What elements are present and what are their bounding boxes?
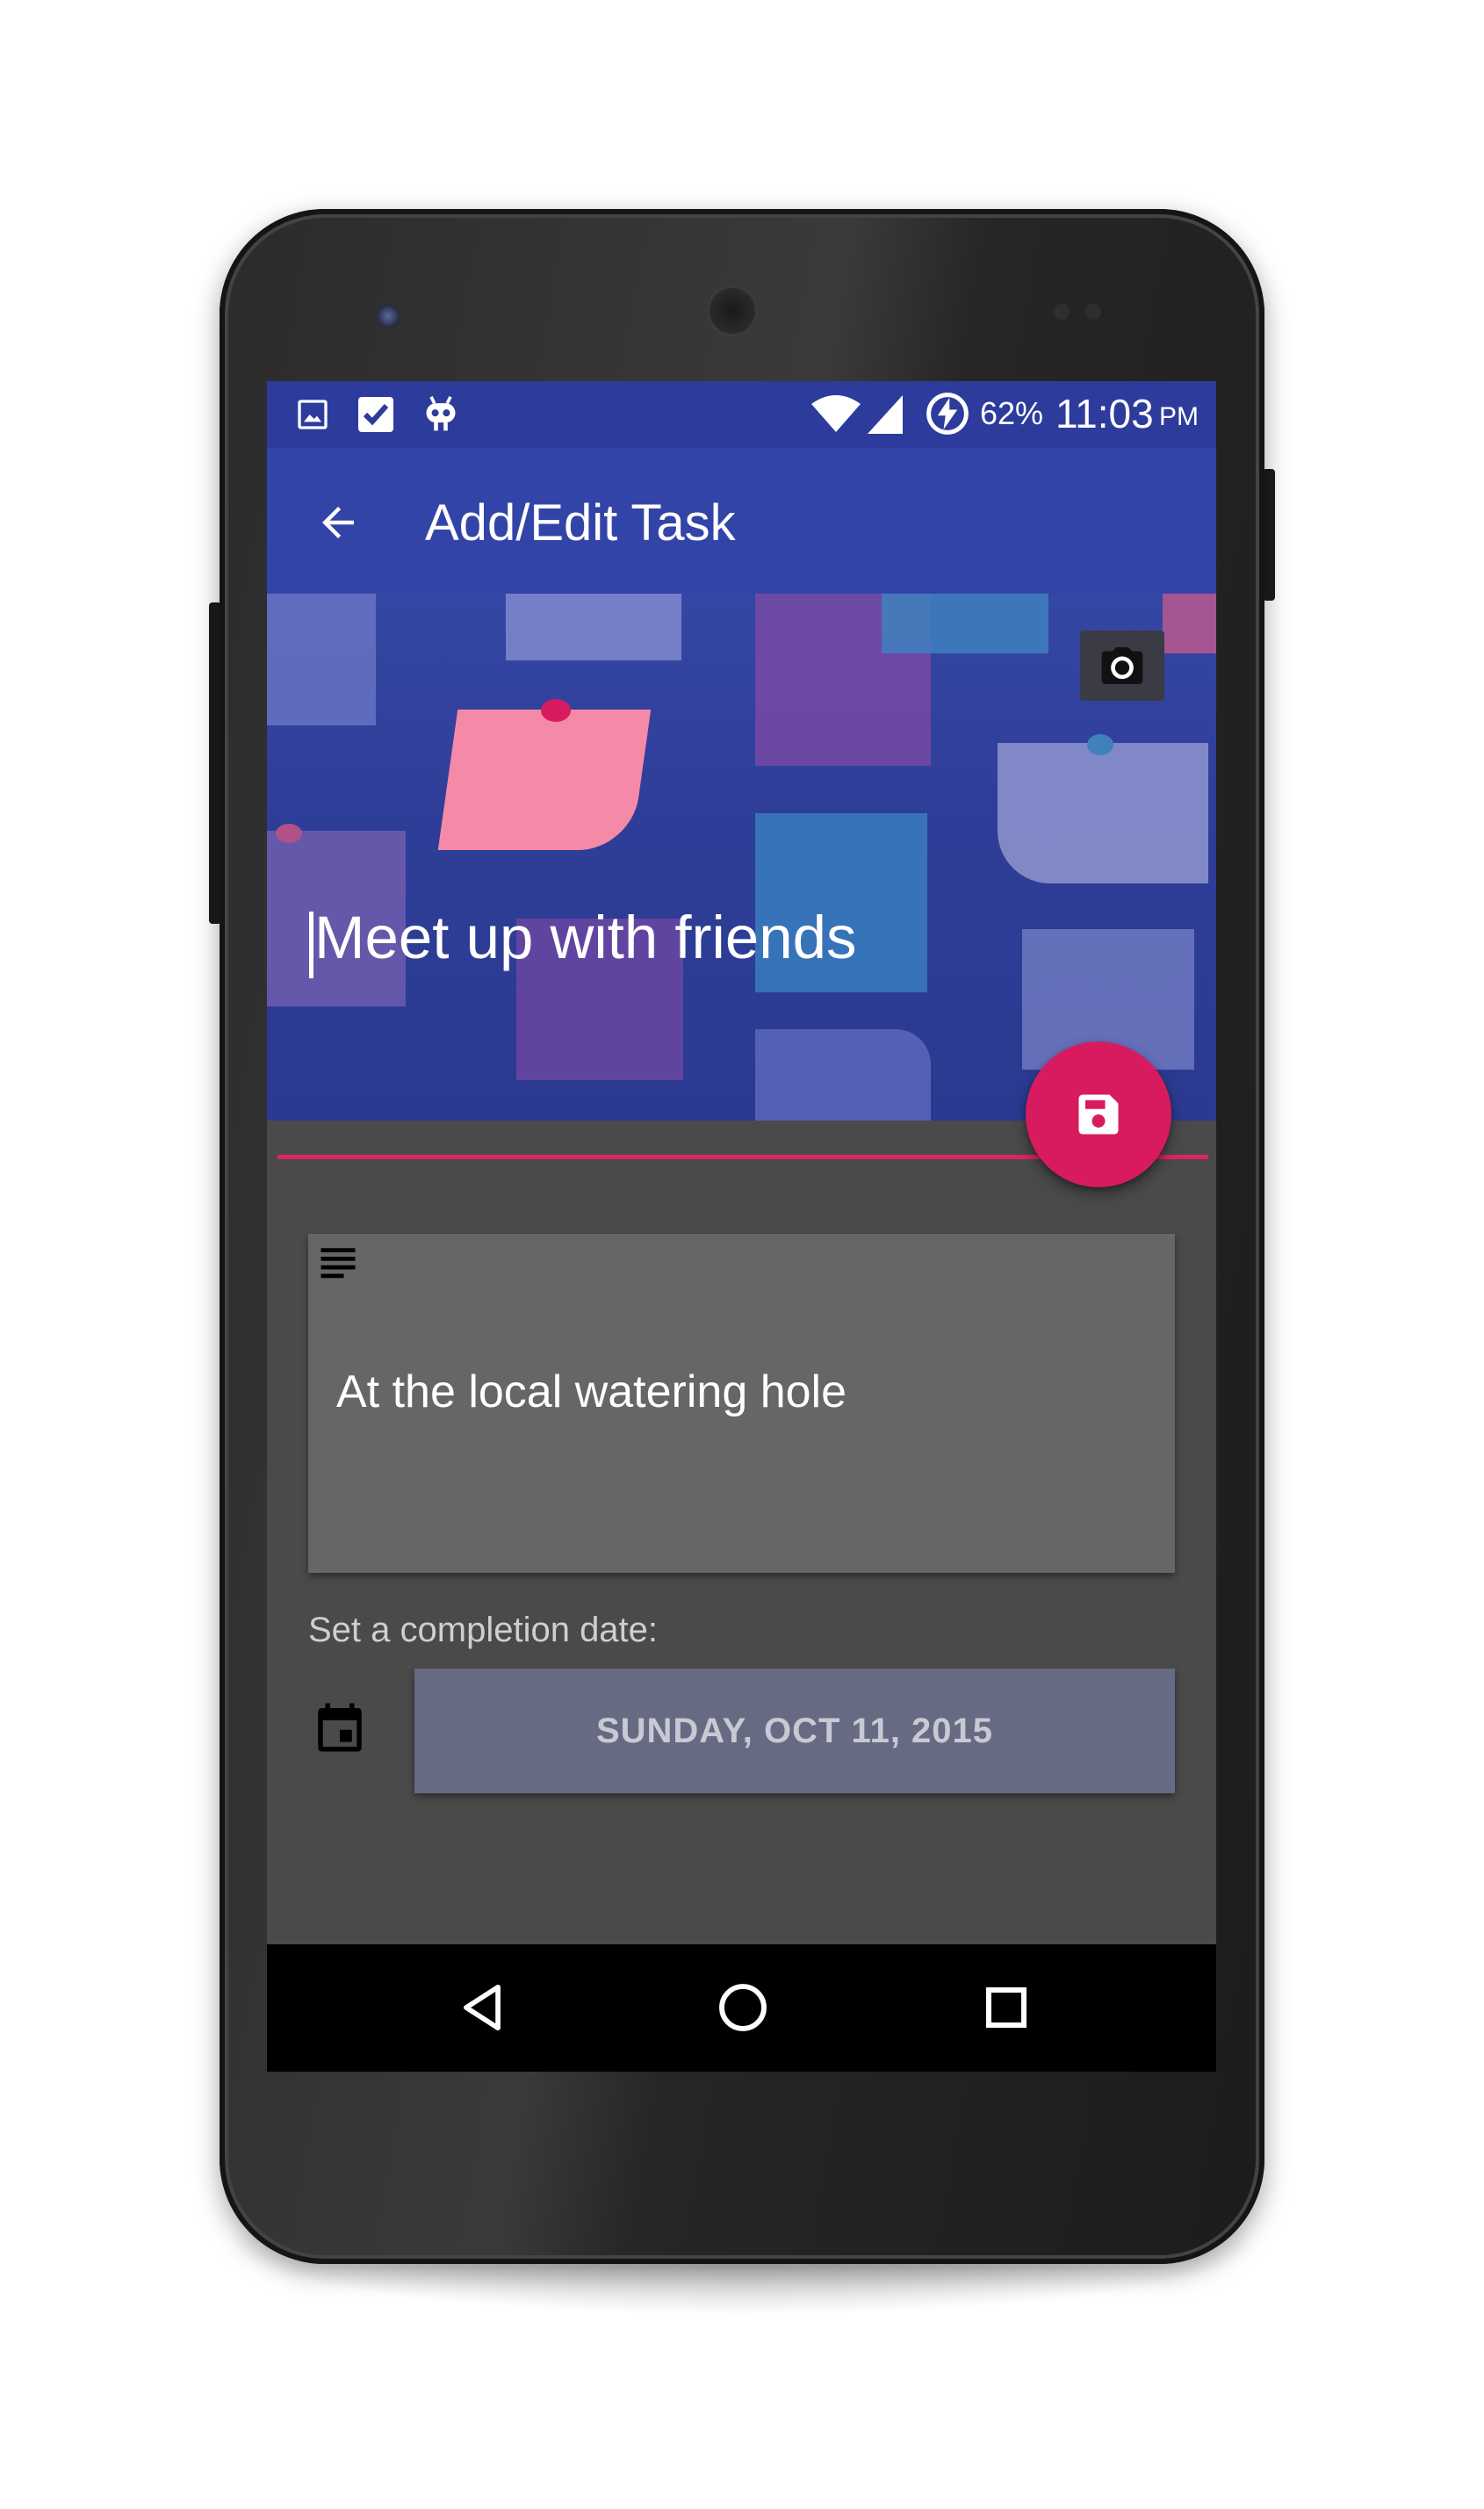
note-decoration bbox=[1087, 734, 1113, 755]
app-bar: Add/Edit Task bbox=[267, 448, 1216, 594]
back-triangle-icon[interactable] bbox=[455, 1979, 509, 2036]
front-camera bbox=[376, 304, 400, 328]
save-icon bbox=[1072, 1088, 1125, 1141]
header-image bbox=[267, 594, 1216, 1121]
system-nav-bar bbox=[267, 1944, 1216, 2072]
camera-icon bbox=[1098, 641, 1147, 690]
checkbox-icon bbox=[355, 393, 397, 436]
light-sensor bbox=[1085, 304, 1101, 320]
calendar-icon bbox=[311, 1698, 369, 1756]
date-picker-button[interactable]: SUNDAY, OCT 11, 2015 bbox=[414, 1669, 1175, 1793]
note-decoration bbox=[506, 594, 681, 660]
note-decoration bbox=[541, 699, 571, 722]
task-title-input[interactable]: Meet up with friends bbox=[314, 903, 1192, 973]
note-decoration bbox=[276, 824, 302, 843]
battery-charging-icon bbox=[924, 390, 971, 437]
description-card[interactable]: At the local watering hole bbox=[308, 1234, 1175, 1573]
earpiece-speaker bbox=[706, 285, 759, 337]
clock-time: 11:03 bbox=[1055, 391, 1154, 436]
recents-square-icon[interactable] bbox=[980, 1981, 1033, 2034]
note-decoration bbox=[998, 743, 1208, 883]
status-bar: 62% 11:03 PM bbox=[267, 381, 1216, 448]
text-cursor bbox=[309, 912, 313, 978]
note-decoration bbox=[882, 594, 1048, 653]
home-circle-icon[interactable] bbox=[715, 1979, 771, 2036]
screen: 62% 11:03 PM Add/Edit Task Meet up with … bbox=[267, 381, 1216, 2072]
note-decoration bbox=[1163, 594, 1216, 653]
note-decoration bbox=[755, 1029, 931, 1121]
clock-ampm: PM bbox=[1159, 402, 1199, 431]
battery-percent: 62% bbox=[980, 395, 1044, 431]
note-decoration bbox=[437, 710, 652, 850]
save-button[interactable] bbox=[1026, 1042, 1171, 1187]
proximity-sensor bbox=[1054, 304, 1070, 320]
camera-button[interactable] bbox=[1080, 631, 1164, 701]
android-robot-icon bbox=[421, 393, 460, 436]
completion-date-label: Set a completion date: bbox=[308, 1611, 659, 1649]
image-icon bbox=[295, 397, 330, 432]
signal-icon bbox=[866, 393, 904, 436]
notes-icon bbox=[315, 1243, 361, 1288]
page-title: Add/Edit Task bbox=[425, 494, 736, 552]
power-button bbox=[1263, 469, 1275, 601]
wifi-icon bbox=[810, 393, 862, 436]
arrow-back-icon[interactable] bbox=[314, 499, 362, 546]
task-description-input[interactable]: At the local watering hole bbox=[336, 1366, 846, 1418]
note-decoration bbox=[267, 594, 376, 725]
